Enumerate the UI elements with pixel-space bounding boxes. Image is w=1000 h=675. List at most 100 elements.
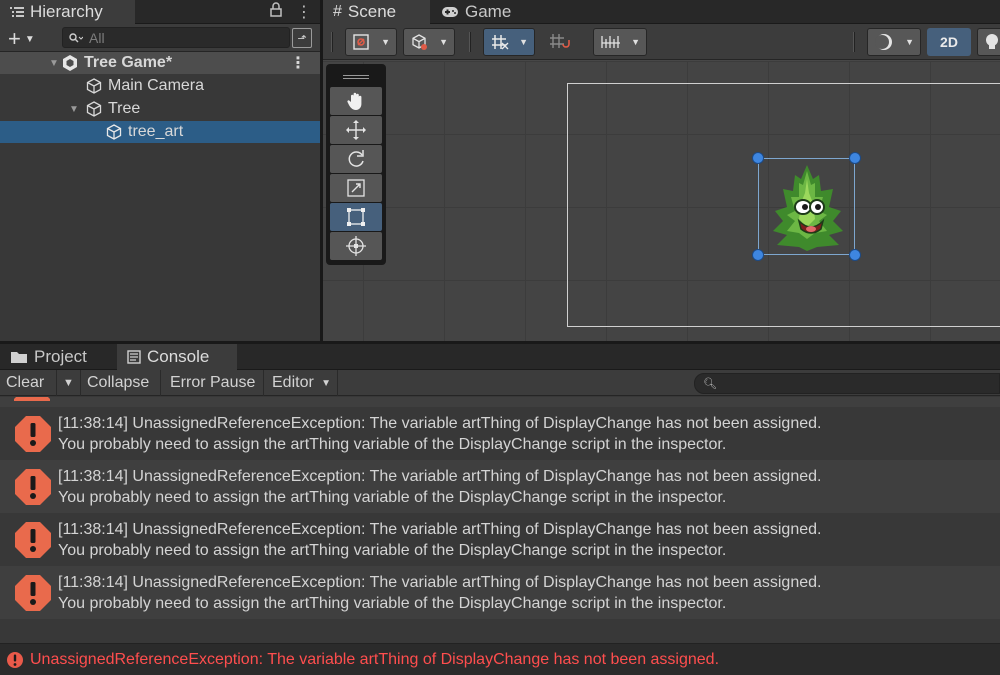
hand-tool-button[interactable]: [330, 87, 382, 115]
scene-panel: # Scene Game ▼ ▼ ▼ ▼ ▼ 2D: [323, 0, 1000, 341]
hierarchy-item-main-camera[interactable]: Main Camera: [0, 75, 320, 97]
tab-hierarchy[interactable]: Hierarchy: [0, 0, 135, 24]
draw-mode-dropdown[interactable]: ▼: [867, 28, 921, 56]
tab-game-label: Game: [465, 2, 512, 21]
hierarchy-item-label: Main Camera: [108, 77, 205, 94]
error-icon: [15, 468, 51, 505]
gameobject-cube-icon: [104, 123, 124, 141]
error-icon: [15, 574, 51, 611]
palette-drag-handle[interactable]: [330, 68, 382, 86]
create-button[interactable]: + ▼: [8, 26, 35, 52]
clear-options-dropdown[interactable]: ▼: [57, 370, 81, 396]
move-tool-button[interactable]: [330, 116, 382, 144]
2d-mode-toggle[interactable]: 2D: [927, 28, 971, 56]
hierarchy-item-tree[interactable]: ▼ Tree: [0, 98, 320, 120]
snap-settings-dropdown[interactable]: ▼: [593, 28, 647, 56]
message-line-2: You probably need to assign the artThing…: [58, 435, 727, 453]
message-text: [11:38:14] UnassignedReferenceException:…: [58, 572, 821, 614]
tab-game[interactable]: Game: [431, 0, 551, 24]
hierarchy-search-input[interactable]: All: [62, 27, 290, 48]
search-scope-icon[interactable]: ⬏: [292, 28, 312, 48]
console-search-input[interactable]: 🔍︎: [694, 373, 1000, 394]
gameobject-cube-icon: [84, 100, 104, 118]
list-item[interactable]: [11:38:14] UnassignedReferenceException:…: [0, 460, 1000, 513]
message-line-2: You probably need to assign the artThing…: [58, 594, 727, 612]
toolbar-separator: [331, 32, 333, 52]
scene-name: Tree Game*: [84, 54, 173, 71]
scene-viewport[interactable]: [323, 61, 1000, 341]
tool-handle-position-dropdown[interactable]: ▼: [345, 28, 397, 56]
rect-transform-gizmo[interactable]: [752, 152, 861, 261]
toolbar-separator: [469, 32, 471, 52]
caret-down-icon: ▼: [381, 37, 390, 47]
tab-scene-label: Scene: [347, 2, 397, 21]
status-error-text: UnassignedReferenceException: The variab…: [30, 650, 720, 668]
lock-icon[interactable]: [270, 2, 282, 17]
error-icon: [15, 521, 51, 558]
resize-handle-bottom-left[interactable]: [752, 249, 764, 261]
message-line-2: You probably need to assign the artThing…: [58, 488, 727, 506]
toolbar-separator: [853, 32, 855, 52]
lighting-toggle[interactable]: [977, 28, 1000, 56]
tab-scene[interactable]: # Scene: [323, 0, 430, 24]
scene-menu-icon[interactable]: ⋮: [290, 53, 306, 73]
message-line-2: You probably need to assign the artThing…: [58, 541, 727, 559]
console-icon: [127, 350, 141, 364]
rect-transform-icon: [347, 208, 365, 226]
list-item[interactable]: [11:38:14] UnassignedReferenceException:…: [0, 566, 1000, 619]
hierarchy-tabbar: Hierarchy ⋮: [0, 0, 320, 24]
hierarchy-item-label: Tree: [108, 100, 141, 117]
scene-tabbar: # Scene Game: [323, 0, 1000, 24]
tree-sprite[interactable]: [759, 159, 856, 256]
error-icon: [15, 415, 51, 452]
resize-handle-bottom-right[interactable]: [849, 249, 861, 261]
grid-snapping-toggle[interactable]: ▼: [483, 28, 535, 56]
error-icon: [14, 397, 50, 401]
increment-snap-button[interactable]: [541, 28, 585, 56]
tab-console-label: Console: [147, 347, 210, 366]
console-message-list[interactable]: [11:38:14] UnassignedReferenceException:…: [0, 397, 1000, 643]
editor-label: Editor: [272, 374, 314, 391]
rotate-tool-button[interactable]: [330, 145, 382, 173]
resize-handle-top-right[interactable]: [849, 152, 861, 164]
foldout-open-icon[interactable]: ▼: [48, 58, 60, 69]
caret-down-icon: ▼: [24, 33, 35, 45]
caret-down-icon: ▼: [321, 377, 331, 389]
list-item[interactable]: [11:38:14] UnassignedReferenceException:…: [0, 407, 1000, 460]
hierarchy-search-placeholder: All: [89, 29, 105, 46]
folder-icon: [11, 352, 27, 363]
ruler-icon: [601, 36, 620, 48]
tab-project-label: Project: [34, 347, 87, 366]
foldout-open-icon[interactable]: ▼: [68, 104, 80, 115]
transform-tool-button[interactable]: [330, 232, 382, 260]
message-text: [11:38:14] UnassignedReferenceException:…: [58, 466, 821, 508]
lightbulb-icon: [986, 34, 998, 49]
panel-menu-icon[interactable]: ⋮: [296, 2, 312, 22]
search-icon: [69, 32, 83, 42]
gamepad-icon: [442, 7, 458, 17]
error-pause-toggle[interactable]: Error Pause: [164, 370, 264, 396]
clear-button[interactable]: Clear: [0, 370, 57, 396]
grid-snap-icon: [492, 35, 509, 50]
gameobject-cube-icon: [84, 77, 104, 95]
scale-tool-button[interactable]: [330, 174, 382, 202]
rect-tool-button[interactable]: [330, 203, 382, 231]
resize-handle-top-left[interactable]: [752, 152, 764, 164]
hierarchy-item-label: tree_art: [128, 123, 184, 140]
tab-console[interactable]: Console: [117, 344, 237, 370]
collapse-label: Collapse: [87, 374, 150, 391]
hierarchy-item-tree-art[interactable]: tree_art: [0, 121, 320, 143]
list-item[interactable]: [11:38:14] UnassignedReferenceException:…: [0, 513, 1000, 566]
scene-root-row[interactable]: ▼ Tree Game* ⋮: [0, 52, 320, 74]
editor-target-dropdown[interactable]: Editor ▼: [266, 370, 338, 396]
scale-icon: [347, 179, 365, 197]
collapse-toggle[interactable]: Collapse: [81, 370, 161, 396]
tool-handle-rotation-dropdown[interactable]: ▼: [403, 28, 455, 56]
status-bar[interactable]: UnassignedReferenceException: The variab…: [0, 643, 1000, 675]
console-toolbar: Clear ▼ Collapse Error Pause Editor ▼ 🔍︎: [0, 370, 1000, 396]
tab-project[interactable]: Project: [0, 344, 116, 370]
console-panel: Project Console Clear ▼ Collapse Error P…: [0, 344, 1000, 675]
plus-icon: +: [8, 26, 21, 51]
message-text: [11:38:14] UnassignedReferenceException:…: [58, 413, 821, 455]
error-pause-label: Error Pause: [170, 374, 256, 391]
